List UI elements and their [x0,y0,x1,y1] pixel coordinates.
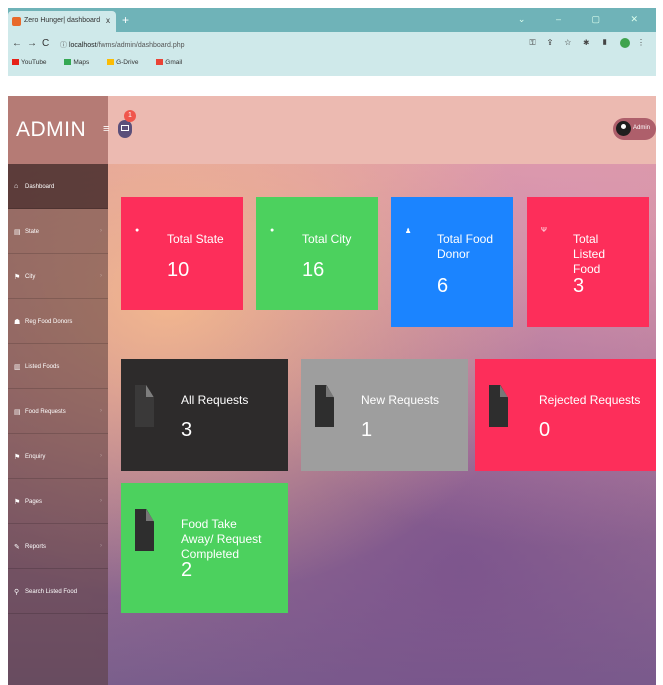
report-icon: ✎ [14,544,20,551]
window-controls[interactable]: ⌄ – ▢ ✕ [518,14,652,25]
bookmark-maps[interactable]: Maps [64,59,97,66]
globe-icon: ● [135,227,140,234]
sidebar-item-reg-food-donors[interactable]: ☗ Reg Food Donors [8,299,108,344]
sidebar-item-pages[interactable]: ⚑ Pages › [8,479,108,524]
browser-tab[interactable]: Zero Hunger| dashboard x [8,11,116,32]
document-icon [315,385,334,427]
sidebar-item-listed-foods[interactable]: ▥ Listed Foods [8,344,108,389]
sidebar-item-search-listed-food[interactable]: ⚲ Search Listed Food [8,569,108,614]
stat-card-total-state[interactable]: ● Total State 10 [121,197,243,310]
address-bar-area: ←→C ⓘ localhost/fwms/admin/dashboard.php… [8,32,656,76]
url-host: localhost [68,42,97,49]
file-icon: ▤ [14,229,21,236]
cutlery-icon: Ψ [541,227,547,234]
url-field[interactable]: ⓘ localhost/fwms/admin/dashboard.php [60,37,560,52]
browser-tab-bar: Zero Hunger| dashboard x + ⌄ – ▢ ✕ [8,8,656,32]
user-menu[interactable]: Admin [613,118,656,140]
brand-area: ADMIN [8,96,108,164]
file-icon: ▤ [14,409,21,416]
bookmark-youtube[interactable]: YouTube [12,59,55,66]
profile-icon[interactable] [619,38,630,48]
sidebar-item-dashboard[interactable]: ⌂ Dashboard [8,164,108,209]
document-icon [489,385,508,427]
new-tab-button[interactable]: + [122,13,129,27]
users-icon: ☗ [14,319,21,326]
notification-badge: 1 [124,110,136,122]
maps-icon [64,59,72,66]
mail-button[interactable]: 1 [118,110,136,138]
admin-dashboard: ADMIN ≡ 1 Admin ⌂ Dashboard ▤ State › ⚑ City… [8,96,656,685]
sidebar-item-state[interactable]: ▤ State › [8,209,108,254]
chevron-right-icon: › [100,498,102,504]
globe-icon: ● [270,227,275,234]
favicon-icon [12,17,21,26]
stat-card-total-city[interactable]: ● Total City 16 [256,197,378,310]
request-card-completed[interactable]: Food Take Away/ Request Completed 2 [121,483,288,613]
flag-icon: ⚑ [14,454,21,461]
menu-toggle-icon[interactable]: ≡ [103,123,109,135]
stat-card-total-food-donor[interactable]: ♟ Total Food Donor 6 [391,197,513,327]
gmail-icon [156,59,164,66]
drive-icon [107,59,115,66]
chevron-right-icon: › [100,408,102,414]
nav-buttons[interactable]: ←→C [12,38,54,49]
youtube-icon [12,59,19,66]
bookmark-gdrive[interactable]: G-Drive [107,59,146,66]
sidebar-item-food-requests[interactable]: ▤ Food Requests › [8,389,108,434]
sidebar-item-city[interactable]: ⚑ City › [8,254,108,299]
envelope-icon [121,125,129,131]
document-icon [135,385,154,427]
sidebar: ⌂ Dashboard ▤ State › ⚑ City › ☗ Reg Food Dono… [8,164,108,685]
url-path: /fwms/admin/dashboard.php [96,42,185,49]
tab-close-button[interactable]: x [106,16,110,25]
sidebar-item-reports[interactable]: ✎ Reports › [8,524,108,569]
request-card-all[interactable]: All Requests 3 [121,359,288,471]
chevron-right-icon: › [100,273,102,279]
flag-icon: ⚑ [14,499,21,506]
bookmarks-bar: YouTube Maps G-Drive Gmail [12,59,198,66]
user-icon: ♟ [405,228,412,235]
list-icon: ▥ [14,364,21,371]
info-icon: ⓘ [60,42,69,49]
sidebar-item-enquiry[interactable]: ⚑ Enquiry › [8,434,108,479]
toolbar-icons[interactable]: ⚿ ⇪ ☆ ✱ ▮ ⋮ [529,38,650,48]
home-icon: ⌂ [14,183,19,190]
request-card-rejected[interactable]: Rejected Requests 0 [475,359,656,471]
chevron-right-icon: › [100,453,102,459]
chevron-right-icon: › [100,543,102,549]
flag-icon: ⚑ [14,274,21,281]
brand-title: ADMIN [16,118,87,141]
request-card-new[interactable]: New Requests 1 [301,359,468,471]
top-bar: ADMIN ≡ 1 Admin [8,96,656,164]
document-icon [135,509,154,551]
avatar [616,121,631,136]
user-label: Admin [633,125,651,131]
bookmark-gmail[interactable]: Gmail [156,59,190,66]
stat-card-total-listed-food[interactable]: Ψ Total Listed Food 3 [527,197,649,327]
chevron-right-icon: › [100,228,102,234]
search-icon: ⚲ [14,589,20,596]
tab-title: Zero Hunger| dashboard [24,17,101,24]
